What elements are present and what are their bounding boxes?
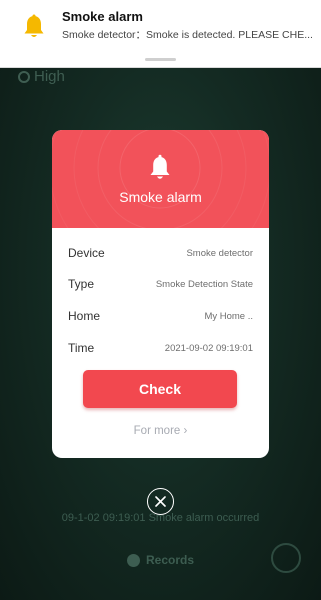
notification-title: Smoke alarm bbox=[62, 9, 143, 24]
records-label: Records bbox=[145, 553, 195, 567]
info-value: My Home .. bbox=[204, 310, 253, 322]
info-value: 2021-09-02 09:19:01 bbox=[164, 342, 253, 354]
info-row-home: Home My Home .. bbox=[68, 307, 253, 325]
alert-level-text: High bbox=[34, 68, 65, 85]
bell-icon bbox=[24, 14, 44, 37]
info-row-type: Type Smoke Detection State bbox=[68, 275, 253, 293]
level-indicator-icon bbox=[18, 70, 30, 83]
info-label: Type bbox=[68, 277, 95, 291]
for-more-link[interactable]: For more › bbox=[52, 425, 269, 437]
info-label: Home bbox=[68, 309, 101, 323]
info-row-time: Time 2021-09-02 09:19:01 bbox=[68, 339, 253, 357]
dialog-header: Smoke alarm bbox=[52, 130, 269, 228]
info-label: Time bbox=[68, 341, 95, 355]
notification-banner[interactable]: Smoke alarm Smoke detector：Smoke is dete… bbox=[0, 0, 321, 68]
alarm-bell-icon bbox=[150, 154, 170, 179]
info-value: Smoke Detection State bbox=[155, 278, 253, 290]
dialog-title: Smoke alarm bbox=[119, 189, 202, 205]
info-value: Smoke detector bbox=[186, 247, 253, 259]
info-label: Device bbox=[68, 246, 105, 260]
alert-level: High bbox=[18, 68, 65, 85]
alarm-dialog: Smoke alarm Device Smoke detector Type S… bbox=[52, 130, 269, 458]
info-row-device: Device Smoke detector bbox=[68, 244, 253, 262]
close-dialog-button[interactable] bbox=[147, 488, 174, 515]
records-icon bbox=[126, 553, 140, 567]
notification-drag-handle[interactable] bbox=[145, 58, 176, 61]
close-icon bbox=[155, 496, 166, 507]
power-button[interactable] bbox=[271, 543, 301, 573]
check-button[interactable]: Check bbox=[83, 370, 237, 408]
notification-body: Smoke detector：Smoke is detected. PLEASE… bbox=[62, 29, 313, 41]
